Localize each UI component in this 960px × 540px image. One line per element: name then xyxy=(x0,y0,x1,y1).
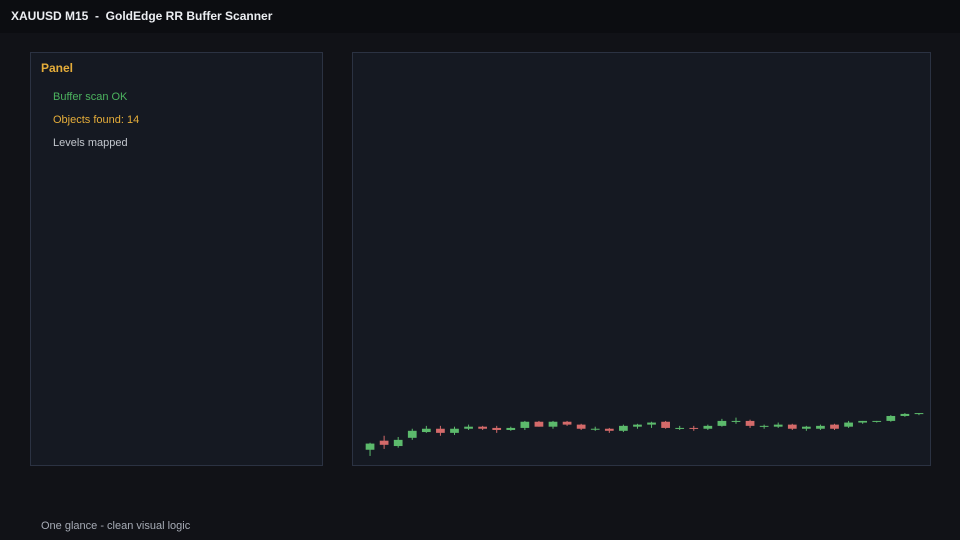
candle xyxy=(604,427,614,433)
bull-candle-body xyxy=(548,421,558,427)
candle xyxy=(633,423,642,429)
bull-candle-body xyxy=(421,428,431,433)
price-chart[interactable] xyxy=(352,52,931,466)
bull-candle-body xyxy=(633,424,642,427)
bull-candle-body xyxy=(520,421,530,428)
candle xyxy=(492,425,502,433)
candle xyxy=(647,421,656,428)
bull-candle-body xyxy=(450,428,459,433)
candle xyxy=(450,426,459,435)
bull-candle-body xyxy=(731,420,741,422)
bull-candle-body xyxy=(900,413,910,416)
candle xyxy=(773,422,783,428)
candle xyxy=(520,420,530,430)
candle xyxy=(506,426,516,431)
candle xyxy=(844,420,853,428)
bull-candle-body xyxy=(872,420,882,422)
bull-candle-body xyxy=(844,422,853,427)
bear-candle-body xyxy=(534,421,544,427)
candle xyxy=(703,424,713,430)
bear-candle-body xyxy=(436,428,445,433)
bull-candle-body xyxy=(858,420,868,423)
bull-candle-body xyxy=(675,427,685,429)
bear-candle-body xyxy=(379,440,389,445)
bull-candle-body xyxy=(619,425,628,431)
bear-candle-body xyxy=(492,427,502,430)
candle xyxy=(872,420,882,423)
candle xyxy=(661,420,670,429)
footer-caption: One glance - clean visual logic xyxy=(41,520,191,532)
bull-candle-body xyxy=(759,425,769,427)
candle xyxy=(379,435,389,449)
bull-candle-body xyxy=(393,439,403,447)
candle xyxy=(759,424,769,429)
bear-candle-body xyxy=(562,421,572,425)
candle xyxy=(464,424,473,430)
candle xyxy=(562,420,572,426)
candle xyxy=(365,442,375,456)
bull-candle-body xyxy=(717,420,727,426)
bear-candle-body xyxy=(576,424,586,429)
candle xyxy=(548,420,558,429)
bear-candle-body xyxy=(689,427,699,429)
candle xyxy=(787,423,797,430)
candle xyxy=(675,425,685,430)
bear-candle-body xyxy=(604,428,614,431)
candle xyxy=(576,423,586,430)
candle xyxy=(731,417,741,424)
bull-candle-body xyxy=(816,425,825,429)
title-bar: XAUUSD M15 - GoldEdge RR Buffer Scanner xyxy=(0,0,960,33)
candle xyxy=(407,428,417,440)
bull-candle-body xyxy=(801,426,811,429)
bull-candle-body xyxy=(590,428,600,430)
candle xyxy=(619,424,628,433)
candle xyxy=(590,426,600,431)
bear-candle-body xyxy=(830,424,839,429)
candle xyxy=(534,420,544,427)
candle xyxy=(689,425,699,431)
bull-candle-body xyxy=(464,426,473,429)
candle xyxy=(393,436,403,448)
bull-candle-body xyxy=(365,443,375,450)
candle xyxy=(421,425,431,433)
candle xyxy=(745,419,755,428)
candle xyxy=(858,420,868,424)
bull-candle-body xyxy=(647,422,656,425)
window-title: XAUUSD M15 - GoldEdge RR Buffer Scanner xyxy=(11,9,273,23)
bear-candle-body xyxy=(787,424,797,429)
candle xyxy=(801,425,811,431)
bear-candle-body xyxy=(661,421,670,428)
candlestick-plot xyxy=(365,413,924,456)
candle xyxy=(436,425,445,436)
candle xyxy=(900,413,910,417)
bull-candle-body xyxy=(773,424,783,427)
info-panel: Panel Buffer scan OK Objects found: 14 L… xyxy=(30,52,323,466)
candle xyxy=(717,418,727,427)
candle xyxy=(914,413,924,416)
bull-candle-body xyxy=(506,427,516,430)
panel-header: Panel xyxy=(41,61,74,75)
bear-candle-body xyxy=(745,420,755,426)
objects-found-count: Objects found: 14 xyxy=(53,114,140,126)
bear-candle-body xyxy=(478,426,488,429)
buffer-scan-status: Buffer scan OK xyxy=(53,91,128,103)
bull-candle-body xyxy=(407,430,417,438)
candle xyxy=(816,424,825,430)
candle xyxy=(478,425,488,430)
candle xyxy=(830,423,839,430)
candle xyxy=(886,415,896,422)
bull-candle-body xyxy=(886,415,896,421)
bull-candle-body xyxy=(703,425,713,429)
bull-candle-body xyxy=(914,413,924,415)
levels-mapped-status: Levels mapped xyxy=(53,137,128,149)
